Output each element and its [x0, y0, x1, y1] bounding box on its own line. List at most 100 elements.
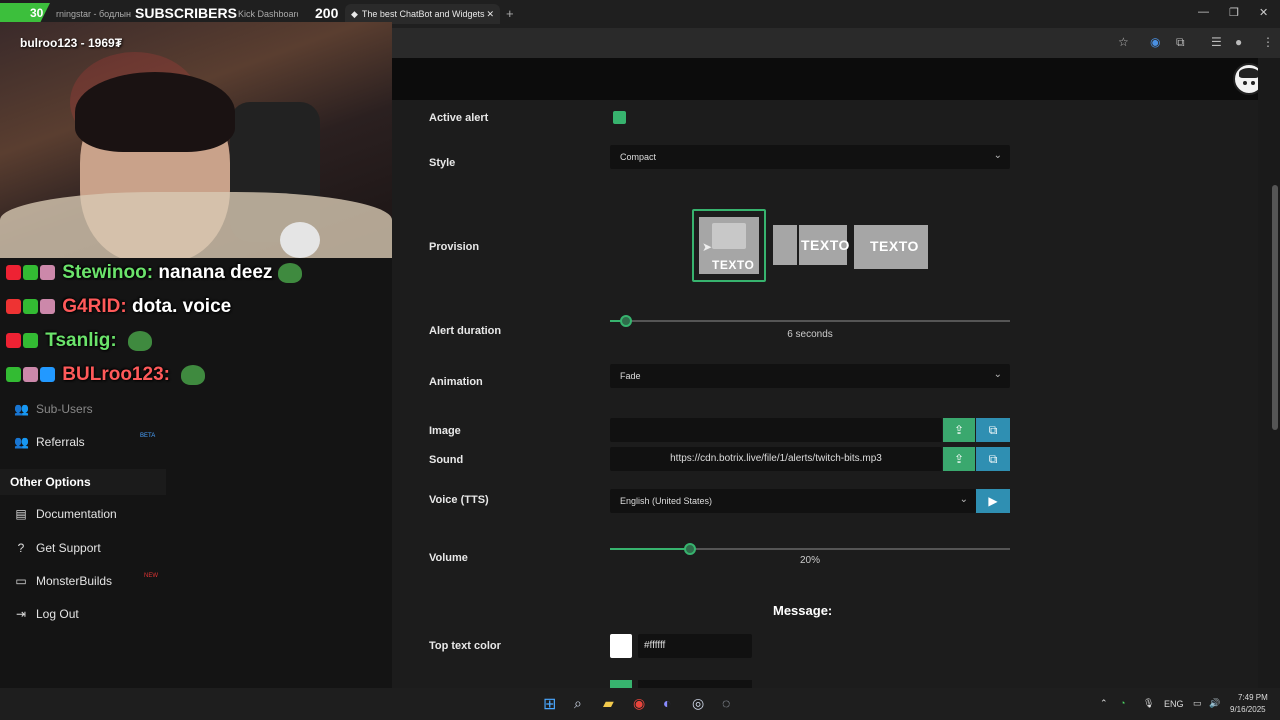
discord-icon[interactable]: ◐ — [663, 695, 671, 711]
new-badge: NEW — [144, 573, 158, 579]
book-icon: ▤ — [15, 507, 27, 521]
sidebar-item-monsterbuilds[interactable]: ▭ MonsterBuilds — [14, 574, 112, 588]
voice-tts-select[interactable]: English (United States) ⌄ — [610, 489, 976, 513]
animation-selected-value: Fade — [620, 371, 641, 381]
file-explorer-icon[interactable]: ▰ — [603, 695, 614, 712]
top-text-color-swatch[interactable] — [610, 634, 632, 658]
slider-knob[interactable] — [684, 543, 696, 555]
chat-badge-icon — [40, 265, 55, 281]
pepe-emote-icon — [181, 364, 206, 385]
badge-count: 30 — [30, 6, 44, 20]
windows-start-icon[interactable]: ⊞ — [543, 694, 556, 714]
chevron-down-icon: ⌄ — [959, 494, 968, 505]
provision-option-side[interactable]: TEXTO — [773, 225, 849, 265]
extension-icon[interactable]: ◉ — [1150, 35, 1160, 49]
upload-image-button[interactable]: ⇪ — [943, 418, 975, 442]
volume-slider[interactable] — [610, 543, 1010, 555]
scrollbar[interactable] — [1272, 185, 1278, 430]
sidebar-item-referrals[interactable]: 👥 Referrals — [14, 435, 85, 449]
gallery-sound-button[interactable]: ⧉ — [976, 447, 1010, 471]
browser-tab[interactable]: Kick Dashboard — [238, 4, 298, 24]
browser-tab[interactable]: rningstar - бодлын гу — [56, 4, 134, 24]
microphone-icon[interactable]: 🎙 — [1143, 698, 1154, 709]
close-tab-icon[interactable]: ✕ — [486, 4, 494, 24]
slider-knob[interactable] — [620, 315, 632, 327]
volume-label: Volume — [429, 552, 468, 564]
top-donor-label: bulroo123 - 1969₮ — [20, 36, 123, 50]
help-icon: ? — [17, 541, 25, 555]
close-window-button[interactable]: ✕ — [1259, 6, 1268, 19]
sidebar-item-sub-users[interactable]: 👥 Sub-Users — [14, 402, 93, 416]
pepe-emote-icon — [278, 262, 303, 283]
clock-time[interactable]: 7:49 PM — [1238, 693, 1268, 702]
upload-sound-button[interactable]: ⇪ — [943, 447, 975, 471]
tray-overflow-icon[interactable]: ⌃ — [1100, 698, 1108, 709]
sidebar-item-documentation[interactable]: ▤ Documentation — [14, 507, 116, 521]
chat-badge-icon — [23, 299, 38, 315]
chrome-icon[interactable]: ◉ — [633, 695, 645, 712]
play-icon: ▶ — [988, 494, 998, 508]
gallery-image-button[interactable]: ⧉ — [976, 418, 1010, 442]
puzzle-icon[interactable]: ⧉ — [1176, 35, 1185, 50]
sidebar-section-header: Other Options — [0, 469, 166, 495]
obs-icon[interactable]: ◌ — [722, 695, 730, 711]
chat-badge-icon — [23, 367, 38, 383]
new-tab-button[interactable]: + — [506, 4, 520, 24]
minimize-button[interactable]: — — [1198, 6, 1209, 18]
chat-badge-icon — [40, 367, 55, 383]
sidebar-item-label: Referrals — [36, 435, 85, 449]
chat-message: Tsanlig: — [6, 330, 152, 352]
gallery-icon: ⧉ — [988, 423, 998, 437]
bookmark-star-icon[interactable]: ☆ — [1118, 35, 1129, 49]
tray-app-icon[interactable]: ◔ — [1120, 698, 1125, 708]
provision-label: Provision — [429, 241, 480, 253]
alert-duration-slider[interactable] — [610, 315, 1010, 327]
animation-select[interactable]: Fade ⌄ — [610, 364, 1010, 388]
bottom-text-color-swatch[interactable] — [610, 680, 632, 688]
tab-title: The best ChatBot and Widgets — [361, 9, 485, 19]
voice-selected-value: English (United States) — [620, 496, 713, 506]
bottom-text-color-input[interactable] — [638, 680, 752, 688]
chevron-down-icon: ⌄ — [993, 150, 1002, 161]
active-alert-checkbox[interactable] — [613, 111, 626, 124]
pepe-emote-icon — [128, 330, 152, 351]
sidebar-item-get-support[interactable]: ? Get Support — [14, 541, 101, 555]
steam-icon[interactable]: ◎ — [692, 695, 704, 712]
play-tts-button[interactable]: ▶ — [976, 489, 1010, 513]
restore-button[interactable]: ❐ — [1229, 6, 1239, 19]
subscribers-label: SUBSCRIBERS — [135, 5, 237, 21]
provision-option-overlay[interactable]: TEXTO — [854, 225, 928, 269]
sound-url-input[interactable]: https://cdn.botrix.live/file/1/alerts/tw… — [610, 447, 942, 471]
sound-label: Sound — [429, 454, 464, 466]
image-url-input[interactable] — [610, 418, 942, 442]
chat-badge-icon — [23, 265, 38, 281]
logout-icon: ⇥ — [15, 607, 27, 621]
animation-label: Animation — [429, 376, 483, 388]
upload-icon: ⇪ — [953, 423, 965, 437]
sidebar-item-label: Sub-Users — [36, 402, 93, 416]
network-icon[interactable]: ▭ — [1193, 698, 1202, 709]
sidebar-item-label: Log Out — [36, 607, 79, 621]
profile-icon[interactable]: ● — [1235, 35, 1242, 49]
browser-tab-active[interactable]: ◆ The best ChatBot and Widgets ✕ — [345, 4, 500, 24]
menu-icon[interactable]: ⋮ — [1262, 35, 1274, 49]
search-icon[interactable]: ⌕ — [574, 695, 582, 712]
upload-icon: ⇪ — [953, 452, 965, 466]
style-select[interactable]: Compact ⌄ — [610, 145, 1010, 169]
sidebar-item-logout[interactable]: ⇥ Log Out — [14, 607, 79, 621]
sidebar-item-label: MonsterBuilds — [36, 574, 113, 588]
chat-message: BULroo123: — [6, 364, 206, 386]
chat-message: Stewinoo: nanana deez — [6, 262, 303, 284]
clock-date[interactable]: 9/16/2025 — [1230, 705, 1266, 714]
media-icon[interactable]: ☰ — [1211, 35, 1222, 49]
voice-tts-label: Voice (TTS) — [429, 494, 489, 506]
top-text-color-input[interactable]: #ffffff — [638, 634, 752, 658]
chat-badge-icon — [23, 333, 38, 349]
chat-username: Stewinoo: — [62, 262, 154, 283]
chat-message: G4RID: dota. voice — [6, 296, 231, 318]
language-indicator[interactable]: ENG — [1164, 699, 1184, 709]
referral-icon: 👥 — [14, 435, 29, 449]
windows-taskbar: ⊞ ⌕ ▰ ◉ ◐ ◎ ◌ ⌃ ◔ 🎙 ENG ▭ 🔊 7:49 PM 9/16… — [0, 688, 1280, 720]
volume-icon[interactable]: 🔊 — [1209, 698, 1220, 709]
chat-username: Tsanlig: — [45, 330, 117, 351]
